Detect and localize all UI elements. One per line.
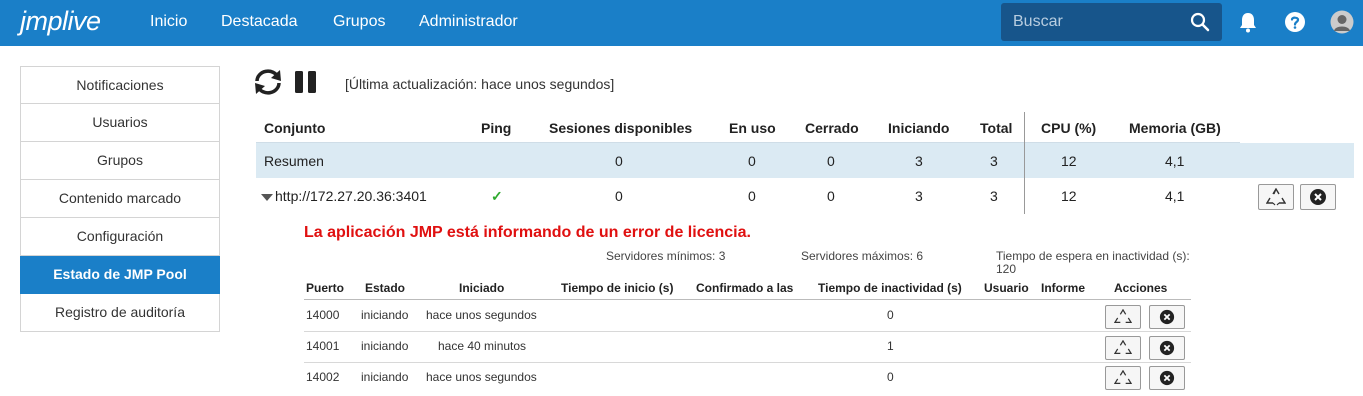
session-port: 14000 [306, 308, 340, 322]
close-circle-icon [1159, 340, 1175, 356]
session-idle: 0 [887, 370, 894, 384]
session-started: hace unos segundos [426, 308, 537, 322]
session-port: 14001 [306, 339, 340, 353]
sidebar-item-estado-jmp-pool[interactable]: Estado de JMP Pool [20, 256, 220, 294]
close-session-button[interactable] [1149, 336, 1185, 360]
sub-col-tiempo-inicio: Tiempo de inicio (s) [561, 281, 674, 295]
recycle-icon [1114, 309, 1132, 323]
recycle-icon [1266, 188, 1286, 206]
recycle-session-button[interactable] [1105, 305, 1141, 329]
col-total: Total [980, 120, 1013, 136]
bell-icon[interactable] [1236, 10, 1260, 34]
license-error-message: La aplicación JMP está informando de un … [304, 224, 751, 241]
session-port: 14002 [306, 370, 340, 384]
session-state: iniciando [361, 308, 409, 322]
summary-memory: 4,1 [1165, 153, 1185, 169]
chevron-down-icon[interactable] [261, 193, 273, 201]
col-conjunto: Conjunto [264, 120, 326, 136]
nav-administrador[interactable]: Administrador [419, 13, 518, 31]
idle-timeout-label: Tiempo de espera en inactividad (s): [996, 249, 1190, 263]
summary-in-use: 0 [748, 153, 756, 169]
close-session-button[interactable] [1149, 305, 1185, 329]
sub-col-puerto: Puerto [306, 281, 345, 295]
server-row-toggle[interactable]: http://172.27.20.36:3401 [261, 188, 427, 204]
sub-col-iniciado: Iniciado [459, 281, 505, 295]
search-input[interactable] [1001, 3, 1181, 41]
nav-destacada[interactable]: Destacada [221, 13, 298, 31]
column-divider [1024, 112, 1025, 214]
summary-starting: 3 [915, 153, 923, 169]
close-server-button[interactable] [1300, 184, 1336, 210]
summary-total: 3 [990, 153, 998, 169]
session-idle: 0 [887, 308, 894, 322]
session-state: iniciando [361, 339, 409, 353]
server-starting: 3 [915, 188, 923, 204]
server-memory: 4,1 [1165, 188, 1185, 204]
sidebar-item-contenido-marcado[interactable]: Contenido marcado [20, 180, 220, 218]
app-logo[interactable]: jmplive [20, 6, 101, 37]
col-cerrado: Cerrado [805, 120, 859, 136]
session-state: iniciando [361, 370, 409, 384]
avatar[interactable] [1330, 10, 1354, 34]
sidebar-item-grupos[interactable]: Grupos [20, 142, 220, 180]
recycle-server-button[interactable] [1258, 184, 1294, 210]
top-bar: jmplive Inicio Destacada Grupos Administ… [0, 0, 1363, 46]
col-sesiones-disponibles: Sesiones disponibles [549, 120, 693, 136]
row-divider [304, 362, 1191, 363]
row-divider [304, 331, 1191, 332]
session-started: hace unos segundos [426, 370, 537, 384]
server-url: http://172.27.20.36:3401 [275, 188, 427, 204]
col-iniciando: Iniciando [888, 120, 950, 136]
sidebar-item-usuarios[interactable]: Usuarios [20, 104, 220, 142]
summary-cpu: 12 [1061, 153, 1077, 169]
session-idle: 1 [887, 339, 894, 353]
sidebar-item-registro-auditoria[interactable]: Registro de auditoría [20, 294, 220, 332]
summary-name: Resumen [264, 153, 324, 169]
nav-inicio[interactable]: Inicio [150, 13, 187, 31]
summary-row [256, 143, 1354, 178]
idle-timeout-value: 120 [996, 262, 1017, 276]
col-memoria: Memoria (GB) [1129, 120, 1221, 136]
pause-icon[interactable] [294, 71, 318, 93]
close-circle-icon [1159, 309, 1175, 325]
ping-ok-check-icon: ✓ [491, 188, 503, 204]
sub-col-acciones: Acciones [1114, 281, 1168, 295]
sub-col-tiempo-inactividad: Tiempo de inactividad (s) [818, 281, 962, 295]
sub-header-divider [304, 299, 1191, 300]
recycle-icon [1114, 370, 1132, 384]
close-session-button[interactable] [1149, 366, 1185, 390]
session-started: hace 40 minutos [438, 339, 527, 353]
recycle-session-button[interactable] [1105, 366, 1141, 390]
col-en-uso: En uso [729, 120, 776, 136]
close-circle-icon [1310, 189, 1326, 205]
summary-available: 0 [615, 153, 623, 169]
max-servers: Servidores máximos: 6 [801, 249, 924, 263]
server-closed: 0 [827, 188, 835, 204]
help-icon[interactable] [1283, 10, 1307, 34]
sidebar-item-notificaciones[interactable]: Notificaciones [20, 66, 220, 104]
close-circle-icon [1159, 370, 1175, 386]
col-cpu: CPU (%) [1041, 120, 1097, 136]
sub-col-confirmado: Confirmado a las [696, 281, 794, 295]
search-box [1001, 3, 1222, 41]
admin-sidebar: Notificaciones Usuarios Grupos Contenido… [20, 66, 220, 332]
recycle-session-button[interactable] [1105, 336, 1141, 360]
sub-col-informe: Informe [1041, 281, 1086, 295]
search-icon[interactable] [1190, 12, 1210, 32]
col-ping: Ping [481, 120, 512, 136]
server-in-use: 0 [748, 188, 756, 204]
last-updated-text: [Última actualización: hace unos segundo… [345, 76, 615, 92]
sidebar-item-configuracion[interactable]: Configuración [20, 218, 220, 256]
summary-closed: 0 [827, 153, 835, 169]
min-servers: Servidores mínimos: 3 [606, 249, 726, 263]
server-total: 3 [990, 188, 998, 204]
sub-col-estado: Estado [365, 281, 406, 295]
recycle-icon [1114, 340, 1132, 354]
server-cpu: 12 [1061, 188, 1077, 204]
sub-col-usuario: Usuario [984, 281, 1029, 295]
refresh-icon[interactable] [251, 68, 285, 96]
server-available: 0 [615, 188, 623, 204]
nav-grupos[interactable]: Grupos [333, 13, 385, 31]
